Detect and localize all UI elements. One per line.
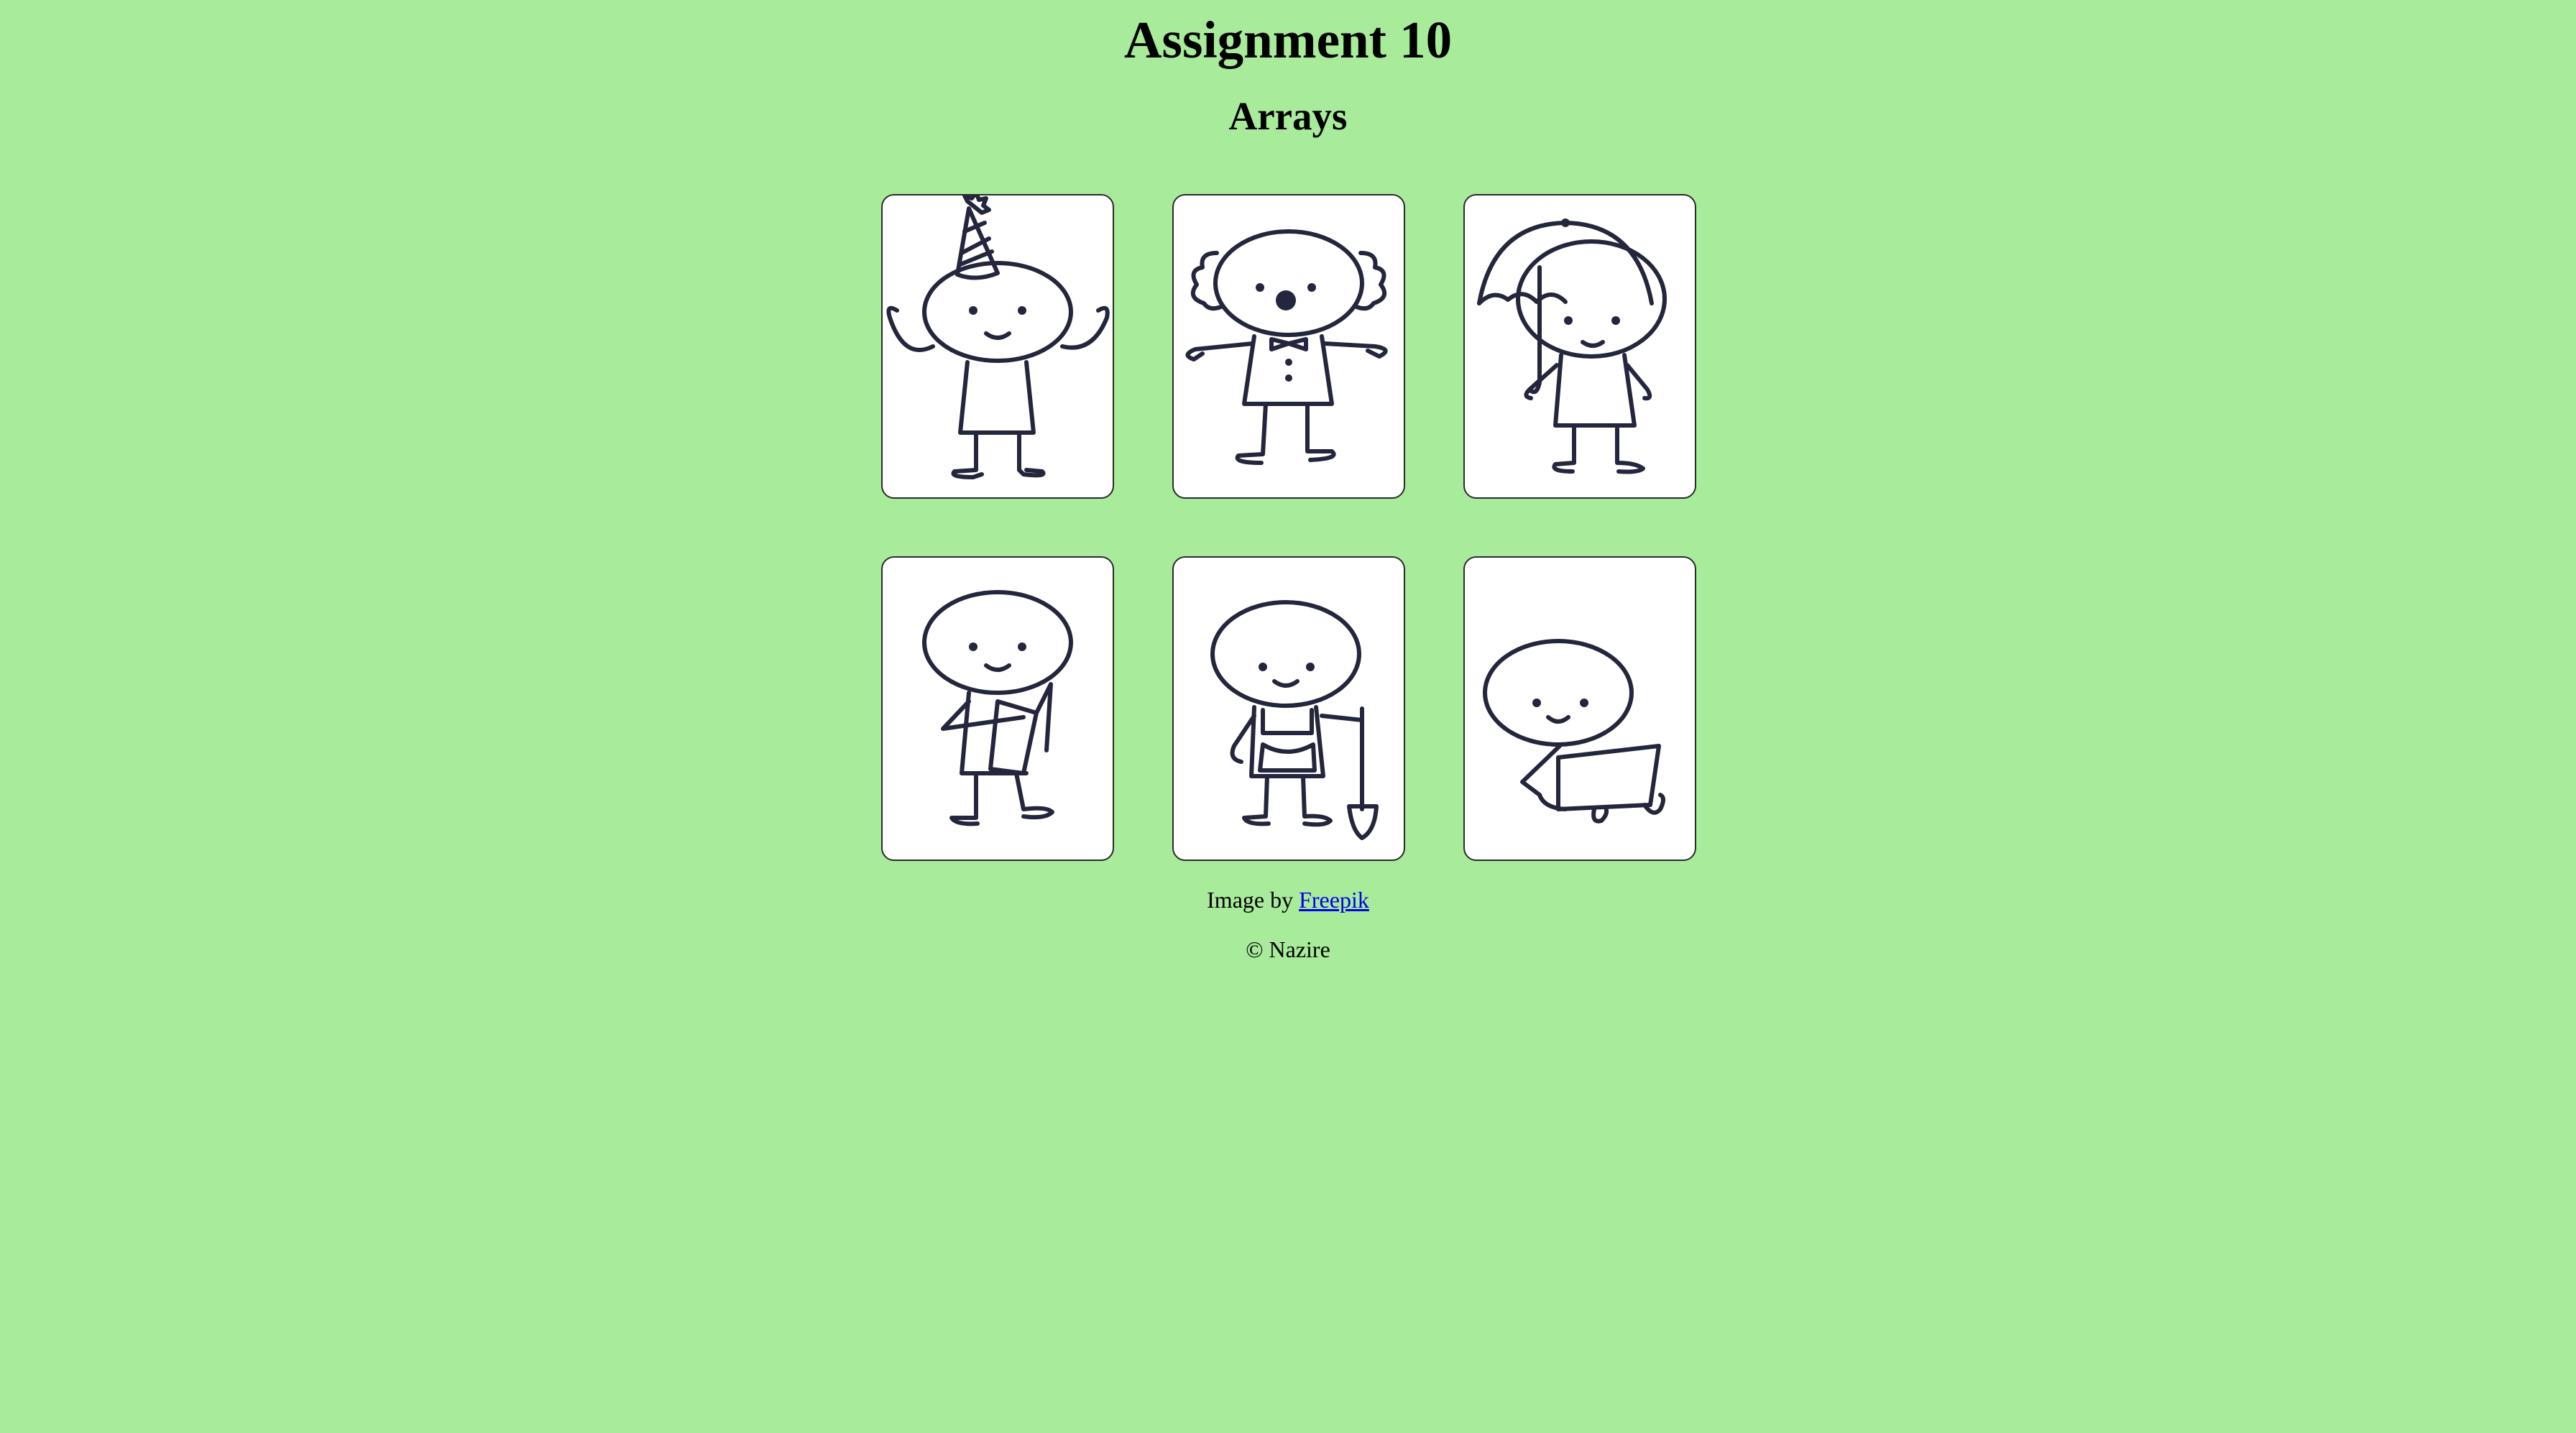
gallery-card	[1172, 194, 1405, 499]
credit-prefix: Image by	[1207, 887, 1294, 913]
gallery-card	[881, 194, 1114, 499]
party-hat-figure-icon	[886, 195, 1110, 479]
umbrella-figure-icon	[1477, 218, 1667, 474]
clown-figure-icon	[1185, 229, 1388, 465]
gallery-card	[1172, 556, 1405, 861]
gallery-card	[881, 556, 1114, 861]
page-title: Assignment 10	[1123, 11, 1453, 69]
gallery-card	[1463, 556, 1696, 861]
gardener-shovel-figure-icon	[1210, 600, 1379, 840]
image-credit: Image by Freepik	[0, 885, 2576, 914]
page: Assignment 10 Arrays Image by Freepik © …	[0, 0, 2576, 1433]
reading-figure-icon	[922, 590, 1073, 826]
image-gallery	[881, 194, 1696, 861]
copyright-text: © Nazire	[1246, 936, 1330, 962]
page-subtitle: Arrays	[1228, 94, 1348, 138]
laptop-figure-icon	[1483, 639, 1665, 824]
gallery-card	[1463, 194, 1696, 499]
freepik-link[interactable]: Freepik	[1299, 887, 1369, 913]
